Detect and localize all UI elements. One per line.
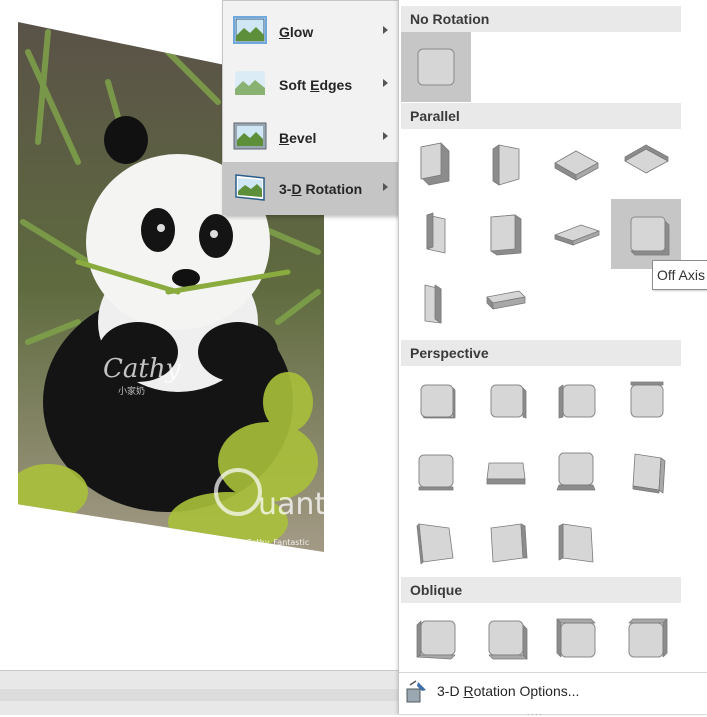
perspective-1-preset-icon (420, 384, 456, 419)
parallel-8-preset-icon (630, 216, 670, 256)
preset-perspective-5[interactable] (401, 436, 471, 506)
perspective-4-preset-icon (630, 381, 664, 418)
preset-parallel-9[interactable] (401, 269, 471, 339)
parallel-3-preset-icon (554, 150, 599, 181)
menu-item-soft-edges[interactable]: Soft Edges (223, 58, 399, 110)
section-header-no-rotation: No Rotation (401, 6, 681, 32)
soft-edges-effect-icon (235, 71, 265, 95)
parallel-4-preset-icon (624, 144, 669, 174)
preset-perspective-8[interactable] (611, 436, 681, 506)
preset-perspective-9[interactable] (401, 506, 471, 576)
preset-parallel-5[interactable] (401, 199, 471, 269)
submenu-arrow-icon (383, 79, 388, 87)
preset-perspective-6[interactable] (471, 436, 541, 506)
parallel-1-preset-icon (420, 142, 450, 186)
section-header-parallel: Parallel (401, 103, 681, 129)
parallel-7-preset-icon (554, 224, 600, 246)
preset-perspective-3[interactable] (541, 366, 611, 436)
parallel-2-preset-icon (492, 144, 520, 186)
no-rotation-1-preset-icon (417, 48, 455, 86)
preset-no-rotation-1[interactable] (401, 32, 471, 102)
submenu-arrow-icon (383, 26, 388, 34)
perspective-7-preset-icon (556, 452, 596, 491)
parallel-9-preset-icon (424, 284, 442, 324)
preset-oblique-1[interactable] (401, 603, 471, 673)
preset-oblique-3[interactable] (541, 603, 611, 673)
preset-parallel-8[interactable] (611, 199, 681, 269)
perspective-2-preset-icon (490, 384, 527, 419)
preset-parallel-2[interactable] (471, 129, 541, 199)
off-axis-tooltip: Off Axis (652, 260, 707, 290)
preset-oblique-4[interactable] (611, 603, 681, 673)
preset-perspective-11[interactable] (541, 506, 611, 576)
photo-credit: @Cathy_Fantastic (238, 538, 309, 547)
perspective-5-preset-icon (418, 454, 454, 491)
resize-grip-icon[interactable]: .... (527, 708, 544, 717)
photo-watermark-sub: 小家奶 (118, 385, 145, 397)
preset-oblique-2[interactable] (471, 603, 541, 673)
oblique-3-preset-icon (556, 618, 596, 658)
menu-item-glow[interactable]: Glow (223, 5, 399, 57)
parallel-10-preset-icon (486, 290, 526, 310)
section-header-oblique: Oblique (401, 577, 681, 603)
3d-rotation-options-button[interactable]: 3-D Rotation Options... (399, 674, 707, 714)
site-watermark: uantrimang (258, 487, 324, 522)
preset-parallel-4[interactable] (611, 129, 681, 199)
oblique-4-preset-icon (628, 618, 668, 658)
bevel-effect-icon (233, 122, 267, 150)
menu-item-label: Soft Edges (279, 77, 353, 93)
picture-effects-submenu: Glow Soft Edges Bevel 3-D Rotation (222, 0, 400, 215)
perspective-11-preset-icon (558, 523, 594, 563)
parallel-6-preset-icon (490, 214, 522, 256)
preset-perspective-2[interactable] (471, 366, 541, 436)
menu-item-label: Bevel (279, 130, 317, 146)
submenu-arrow-icon (383, 132, 388, 140)
preset-perspective-1[interactable] (401, 366, 471, 436)
photo-watermark: Cathy (103, 354, 181, 384)
perspective-10-preset-icon (490, 523, 528, 563)
menu-item-bevel[interactable]: Bevel (223, 111, 399, 163)
gallery-separator (399, 672, 707, 673)
preset-perspective-10[interactable] (471, 506, 541, 576)
oblique-1-preset-icon (416, 620, 456, 660)
preset-parallel-6[interactable] (471, 199, 541, 269)
oblique-2-preset-icon (488, 620, 528, 660)
perspective-6-preset-icon (486, 462, 526, 485)
preset-perspective-4[interactable] (611, 366, 681, 436)
3d-rotation-gallery: No Rotation Parallel Perspective Oblique… (398, 0, 707, 717)
menu-item-label: 3-D Rotation (279, 181, 363, 197)
perspective-8-preset-icon (632, 453, 666, 494)
preset-perspective-7[interactable] (541, 436, 611, 506)
preset-parallel-10[interactable] (471, 269, 541, 339)
preset-parallel-7[interactable] (541, 199, 611, 269)
submenu-arrow-icon (383, 183, 388, 191)
3d-rotation-options-icon (406, 680, 426, 703)
parallel-5-preset-icon (426, 212, 446, 254)
perspective-3-preset-icon (558, 384, 596, 419)
preset-parallel-3[interactable] (541, 129, 611, 199)
section-header-perspective: Perspective (401, 340, 681, 366)
glow-effect-icon (233, 16, 267, 44)
menu-item-label: Glow (279, 24, 314, 40)
perspective-9-preset-icon (416, 523, 454, 565)
menu-item-3d-rotation[interactable]: 3-D Rotation (223, 162, 399, 214)
3d-rotation-effect-icon (235, 174, 265, 201)
preset-parallel-1[interactable] (401, 129, 471, 199)
